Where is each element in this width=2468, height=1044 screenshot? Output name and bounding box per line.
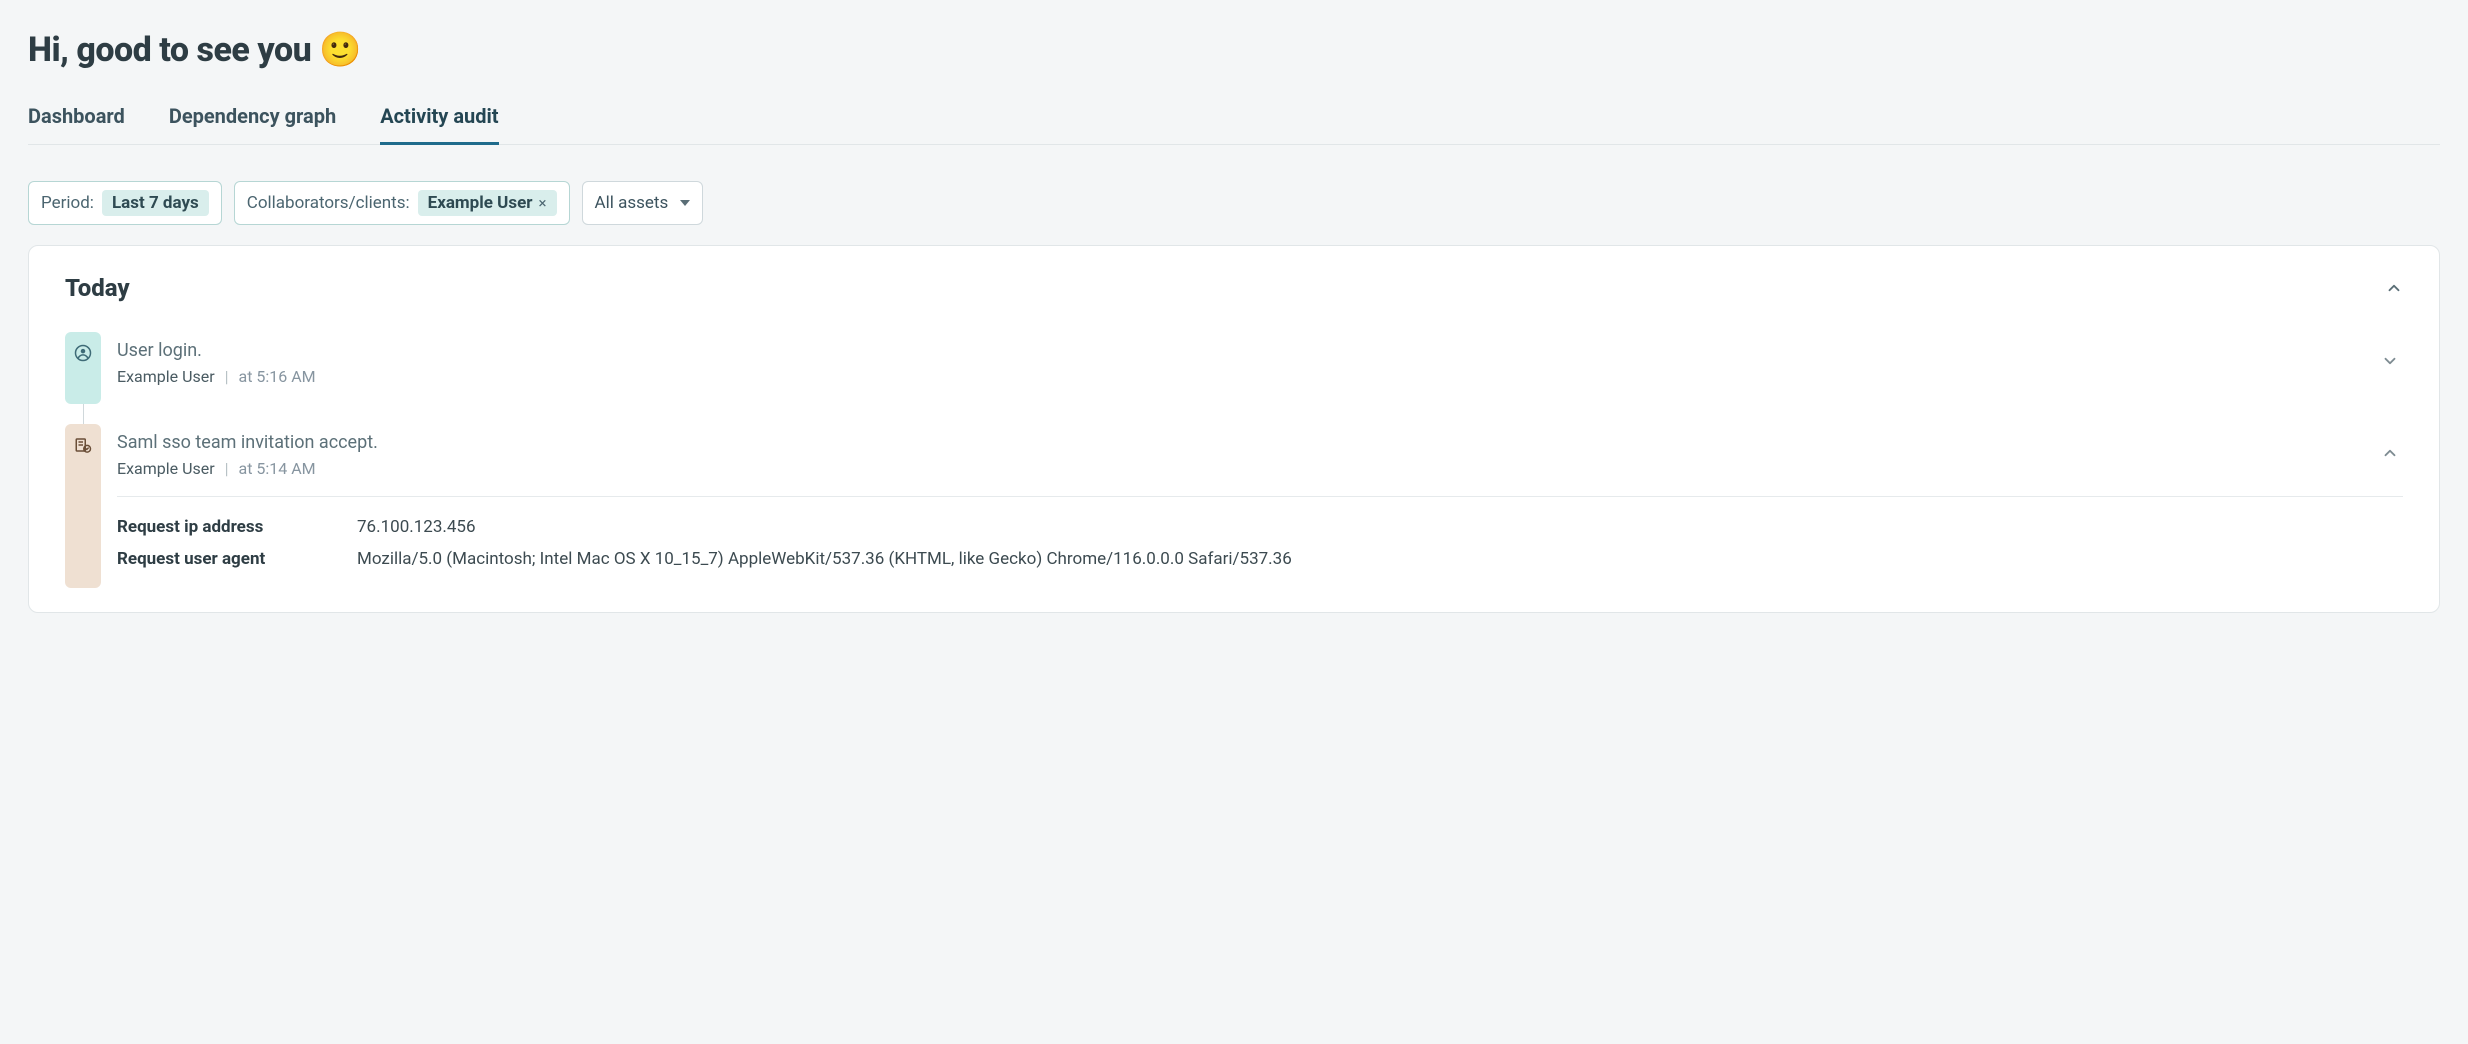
- rail-connector: [83, 404, 84, 424]
- main-tabs: Dashboard Dependency graph Activity audi…: [28, 98, 2440, 145]
- audit-entry-meta: Example User | at 5:16 AM: [117, 367, 316, 386]
- filter-collaborators-value: Example User: [428, 193, 533, 213]
- meta-divider: |: [225, 459, 229, 478]
- meta-divider: |: [225, 367, 229, 386]
- audit-timeline: User login. Example User | at 5:16 AM: [65, 332, 2403, 588]
- audit-group-title: Today: [65, 274, 130, 302]
- rail-marker: [65, 424, 101, 588]
- page-greeting: Hi, good to see you 🙂: [28, 30, 2440, 70]
- filter-collaborators-chip: Example User ×: [418, 190, 557, 216]
- filter-collaborators[interactable]: Collaborators/clients: Example User ×: [234, 181, 570, 225]
- tab-dependency-graph[interactable]: Dependency graph: [169, 98, 336, 145]
- chevron-up-icon: [2385, 279, 2403, 297]
- filter-assets[interactable]: All assets: [582, 181, 704, 225]
- filter-period-value: Last 7 days: [102, 190, 209, 216]
- audit-entry-time: at 5:16 AM: [238, 367, 315, 386]
- audit-entry-body: Saml sso team invitation accept. Example…: [117, 424, 2403, 588]
- detail-value: 76.100.123.456: [357, 517, 476, 537]
- chevron-up-icon: [2381, 444, 2399, 462]
- audit-entry-meta: Example User | at 5:14 AM: [117, 459, 378, 478]
- audit-entry-user: Example User: [117, 367, 215, 386]
- rail-marker: [65, 332, 101, 404]
- chip-remove-icon[interactable]: ×: [538, 194, 546, 212]
- audit-entry-title: Saml sso team invitation accept.: [117, 432, 378, 453]
- group-collapse-toggle[interactable]: [2385, 279, 2403, 297]
- audit-entry-details: Request ip address 76.100.123.456 Reques…: [117, 496, 2403, 575]
- tab-activity-audit[interactable]: Activity audit: [380, 98, 498, 145]
- entry-collapse-toggle[interactable]: [2381, 444, 2403, 466]
- tab-dashboard[interactable]: Dashboard: [28, 98, 125, 145]
- audit-entry: Saml sso team invitation accept. Example…: [65, 424, 2403, 588]
- detail-key: Request user agent: [117, 549, 317, 569]
- audit-group-header: Today: [65, 274, 2403, 302]
- filter-assets-label: All assets: [595, 193, 669, 213]
- chevron-down-icon: [2381, 352, 2399, 370]
- detail-row: Request user agent Mozilla/5.0 (Macintos…: [117, 543, 2403, 575]
- audit-entry: User login. Example User | at 5:16 AM: [65, 332, 2403, 424]
- user-circle-icon: [74, 344, 92, 366]
- detail-key: Request ip address: [117, 517, 317, 537]
- timeline-rail: [65, 332, 101, 424]
- detail-value: Mozilla/5.0 (Macintosh; Intel Mac OS X 1…: [357, 549, 1292, 569]
- timeline-rail: [65, 424, 101, 588]
- filter-period-label: Period:: [41, 193, 94, 213]
- entry-expand-toggle[interactable]: [2381, 352, 2403, 374]
- audit-entry-user: Example User: [117, 459, 215, 478]
- filter-collaborators-label: Collaborators/clients:: [247, 193, 410, 213]
- audit-entry-title: User login.: [117, 340, 316, 361]
- filter-period[interactable]: Period: Last 7 days: [28, 181, 222, 225]
- team-accept-icon: [74, 436, 92, 458]
- audit-card: Today User l: [28, 245, 2440, 613]
- detail-row: Request ip address 76.100.123.456: [117, 511, 2403, 543]
- audit-entry-body: User login. Example User | at 5:16 AM: [117, 332, 2403, 424]
- caret-down-icon: [680, 200, 690, 206]
- audit-entry-time: at 5:14 AM: [238, 459, 315, 478]
- filter-bar: Period: Last 7 days Collaborators/client…: [28, 181, 2440, 225]
